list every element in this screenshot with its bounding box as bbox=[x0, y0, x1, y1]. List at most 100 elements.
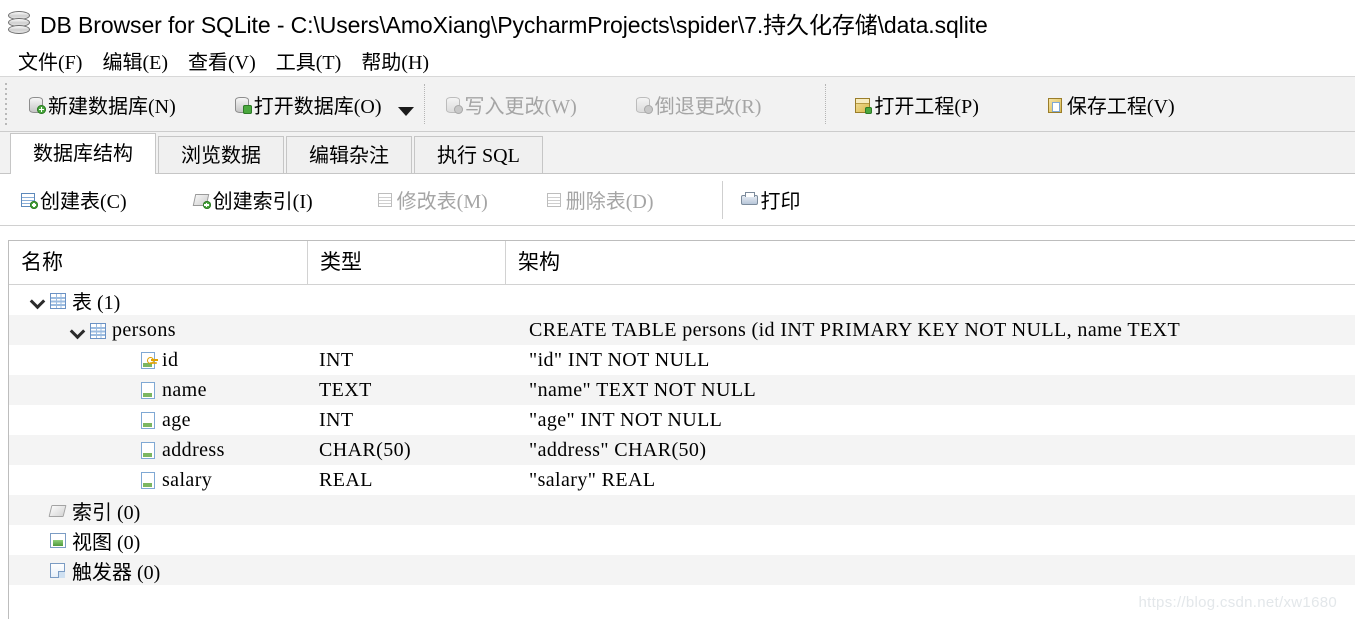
open-project-icon bbox=[854, 96, 873, 114]
tree-row-field-salary[interactable]: salary REAL "salary" REAL bbox=[9, 465, 1355, 495]
open-project-button[interactable]: 打开工程(P) bbox=[830, 83, 992, 125]
expand-collapse-icon[interactable] bbox=[67, 319, 89, 341]
tree-row-type-cell: INT bbox=[319, 348, 354, 371]
tree-row-label: 索引 (0) bbox=[72, 501, 141, 524]
create-table-label: 创建表(C) bbox=[40, 191, 127, 213]
tab-edit-pragmas[interactable]: 编辑杂注 bbox=[286, 136, 412, 174]
menu-bar: 文件(F) 编辑(E) 查看(V) 工具(T) 帮助(H) bbox=[0, 45, 1355, 77]
database-icon bbox=[6, 9, 32, 37]
open-database-dropdown-icon[interactable] bbox=[397, 106, 414, 116]
print-icon bbox=[740, 191, 758, 208]
tree-row-type-cell: INT bbox=[319, 408, 354, 431]
modify-table-button[interactable]: 修改表(M) bbox=[329, 180, 504, 220]
menu-item-file[interactable]: 文件(F) bbox=[8, 46, 92, 75]
tree-row-tables-group[interactable]: 表 (1) bbox=[9, 285, 1355, 315]
delete-table-label: 删除表(D) bbox=[565, 191, 654, 213]
database-structure-tree[interactable]: 名称 类型 架构 表 (1) persons CREATE TABLE pers… bbox=[8, 240, 1355, 619]
open-project-label: 打开工程(P) bbox=[874, 95, 979, 118]
tree-row-name-cell: age bbox=[9, 409, 307, 432]
structure-toolbar: 创建表(C) 创建索引(I) 修改表(M) 删除表(D) 打印 bbox=[0, 174, 1355, 226]
tab-execute-sql[interactable]: 执行 SQL bbox=[414, 136, 543, 174]
modify-table-icon bbox=[377, 191, 394, 208]
tree-row-label: salary bbox=[162, 468, 213, 491]
tree-row-label: 表 (1) bbox=[72, 291, 121, 314]
tree-row-label: name bbox=[162, 378, 207, 401]
print-label: 打印 bbox=[760, 191, 801, 213]
main-toolbar: 新建数据库(N) 打开数据库(O) 写入更改(W) 倒退更改(R) 打开工程(P… bbox=[0, 77, 1355, 132]
revert-changes-button[interactable]: 倒退更改(R) bbox=[591, 83, 776, 125]
tree-row-label: persons bbox=[112, 318, 176, 341]
view-group-icon bbox=[49, 531, 67, 549]
field-icon bbox=[139, 471, 157, 489]
tree-row-name-cell: name bbox=[9, 379, 307, 402]
tree-row-name-cell: 视图 (0) bbox=[9, 526, 307, 555]
tree-row-field-id[interactable]: id INT "id" INT NOT NULL bbox=[9, 345, 1355, 375]
tree-row-schema-cell: "salary" REAL bbox=[529, 468, 656, 491]
tree-row-schema-cell: "address" CHAR(50) bbox=[529, 438, 707, 461]
menu-item-edit[interactable]: 编辑(E) bbox=[92, 46, 178, 75]
tree-row-label: 触发器 (0) bbox=[72, 561, 161, 584]
tree-row-field-name[interactable]: name TEXT "name" TEXT NOT NULL bbox=[9, 375, 1355, 405]
tree-row-indices-group[interactable]: 索引 (0) bbox=[9, 495, 1355, 525]
delete-table-icon bbox=[546, 191, 563, 208]
field-icon bbox=[139, 411, 157, 429]
field-icon bbox=[139, 381, 157, 399]
tree-row-label: 视图 (0) bbox=[72, 531, 141, 554]
new-database-label: 新建数据库(N) bbox=[48, 95, 176, 118]
tab-bar: 数据库结构 浏览数据 编辑杂注 执行 SQL bbox=[0, 132, 1355, 175]
column-header-type[interactable]: 类型 bbox=[307, 241, 505, 284]
tree-row-name-cell: persons bbox=[9, 319, 307, 342]
menu-item-view[interactable]: 查看(V) bbox=[178, 46, 266, 75]
tree-row-name-cell: 表 (1) bbox=[9, 286, 307, 315]
tree-row-field-age[interactable]: age INT "age" INT NOT NULL bbox=[9, 405, 1355, 435]
tree-row-type-cell: TEXT bbox=[319, 378, 372, 401]
field-icon bbox=[139, 441, 157, 459]
trigger-group-icon bbox=[49, 561, 67, 579]
tree-row-table-persons[interactable]: persons CREATE TABLE persons (id INT PRI… bbox=[9, 315, 1355, 345]
expand-collapse-icon[interactable] bbox=[27, 289, 49, 311]
save-project-button[interactable]: 保存工程(V) bbox=[993, 83, 1189, 125]
save-project-label: 保存工程(V) bbox=[1066, 95, 1175, 118]
column-header-schema[interactable]: 架构 bbox=[505, 241, 1355, 284]
open-database-button[interactable]: 打开数据库(O) bbox=[190, 83, 396, 125]
tree-row-name-cell: 触发器 (0) bbox=[9, 556, 307, 585]
table-group-icon bbox=[49, 291, 67, 309]
write-changes-button[interactable]: 写入更改(W) bbox=[429, 83, 591, 125]
index-group-icon bbox=[48, 501, 67, 519]
delete-table-button[interactable]: 删除表(D) bbox=[504, 180, 670, 220]
table-icon bbox=[89, 321, 107, 339]
write-changes-icon bbox=[445, 96, 463, 114]
tree-row-label: age bbox=[162, 408, 191, 431]
new-database-button[interactable]: 新建数据库(N) bbox=[14, 83, 190, 125]
tree-row-views-group[interactable]: 视图 (0) bbox=[9, 525, 1355, 555]
window-title: DB Browser for SQLite - C:\Users\AmoXian… bbox=[40, 11, 988, 38]
create-index-button[interactable]: 创建索引(I) bbox=[143, 180, 329, 220]
tree-body: 表 (1) persons CREATE TABLE persons (id I… bbox=[9, 285, 1355, 585]
toolbar-drag-handle[interactable] bbox=[2, 83, 11, 125]
tree-row-name-cell: salary bbox=[9, 469, 307, 492]
create-index-label: 创建索引(I) bbox=[212, 191, 313, 213]
save-project-icon bbox=[1047, 96, 1064, 113]
structure-toolbar-separator bbox=[721, 180, 723, 219]
tree-row-schema-cell: "age" INT NOT NULL bbox=[529, 408, 723, 431]
menu-item-tools[interactable]: 工具(T) bbox=[266, 46, 352, 75]
column-header-name[interactable]: 名称 bbox=[9, 241, 307, 284]
tab-database-structure[interactable]: 数据库结构 bbox=[10, 133, 156, 175]
tree-row-schema-cell: "id" INT NOT NULL bbox=[529, 348, 710, 371]
tab-browse-data[interactable]: 浏览数据 bbox=[158, 136, 284, 174]
modify-table-label: 修改表(M) bbox=[396, 191, 488, 213]
tree-row-name-cell: id bbox=[9, 349, 307, 372]
create-table-button[interactable]: 创建表(C) bbox=[4, 180, 143, 220]
tree-row-type-cell: REAL bbox=[319, 468, 373, 491]
open-database-icon bbox=[234, 96, 252, 114]
menu-item-help[interactable]: 帮助(H) bbox=[351, 46, 439, 75]
title-bar: DB Browser for SQLite - C:\Users\AmoXian… bbox=[0, 0, 1355, 45]
print-button[interactable]: 打印 bbox=[729, 180, 817, 220]
tree-row-triggers-group[interactable]: 触发器 (0) bbox=[9, 555, 1355, 585]
tree-row-schema-cell: CREATE TABLE persons (id INT PRIMARY KEY… bbox=[529, 318, 1181, 341]
toolbar-separator-1 bbox=[423, 84, 425, 124]
tree-row-field-address[interactable]: address CHAR(50) "address" CHAR(50) bbox=[9, 435, 1355, 465]
create-table-icon bbox=[20, 191, 38, 209]
open-database-label: 打开数据库(O) bbox=[253, 95, 382, 118]
revert-changes-label: 倒退更改(R) bbox=[654, 95, 762, 118]
